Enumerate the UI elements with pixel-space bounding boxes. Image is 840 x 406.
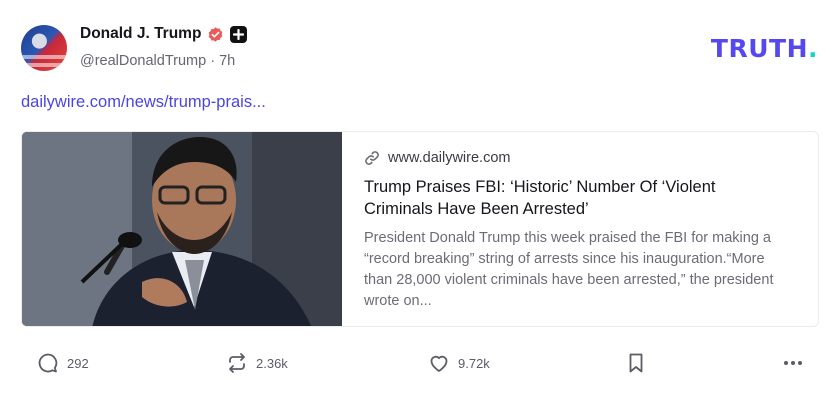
link-domain-row: www.dailywire.com — [364, 150, 796, 166]
link-preview-body: www.dailywire.com Trump Praises FBI: ‘Hi… — [342, 132, 818, 326]
heart-icon — [430, 355, 448, 372]
post-time[interactable]: 7h — [219, 53, 235, 69]
post-action-bar: 292 2.36k 9.72k — [0, 348, 840, 378]
link-preview-image — [22, 132, 342, 326]
logo-text: TRUTH — [710, 34, 808, 63]
reply-count: 292 — [67, 355, 89, 371]
author-handle-row: @realDonaldTrump · 7h — [80, 53, 235, 69]
link-domain: www.dailywire.com — [388, 150, 511, 166]
link-preview-card[interactable]: www.dailywire.com Trump Praises FBI: ‘Hi… — [21, 131, 819, 327]
retruth-button[interactable]: 2.36k — [226, 352, 288, 374]
avatar[interactable] — [21, 25, 67, 71]
retruth-icon — [229, 353, 245, 373]
verified-icon — [209, 26, 223, 42]
plus-icon — [230, 25, 248, 43]
author-handle[interactable]: @realDonaldTrump — [80, 53, 206, 69]
meta-separator: · — [210, 53, 216, 69]
like-button[interactable]: 9.72k — [428, 352, 490, 374]
bookmark-button[interactable] — [626, 352, 646, 374]
author-name-row: Donald J. Trump — [80, 25, 248, 43]
more-options-button[interactable] — [782, 352, 804, 374]
bookmark-icon — [629, 353, 643, 373]
more-icon — [784, 361, 802, 365]
reply-button[interactable]: 292 — [37, 352, 89, 374]
link-description: President Donald Trump this week praised… — [364, 230, 774, 309]
retruth-count: 2.36k — [256, 355, 288, 371]
logo-dot: . — [808, 34, 818, 63]
post-link[interactable]: dailywire.com/news/trump-prais... — [21, 93, 266, 112]
link-icon — [365, 151, 379, 165]
reply-icon — [38, 353, 58, 373]
author-display-name[interactable]: Donald J. Trump — [80, 25, 201, 43]
link-title[interactable]: Trump Praises FBI: ‘Historic’ Number Of … — [364, 176, 774, 220]
like-count: 9.72k — [458, 355, 490, 371]
truth-social-logo[interactable]: TRUTH. — [711, 34, 818, 63]
